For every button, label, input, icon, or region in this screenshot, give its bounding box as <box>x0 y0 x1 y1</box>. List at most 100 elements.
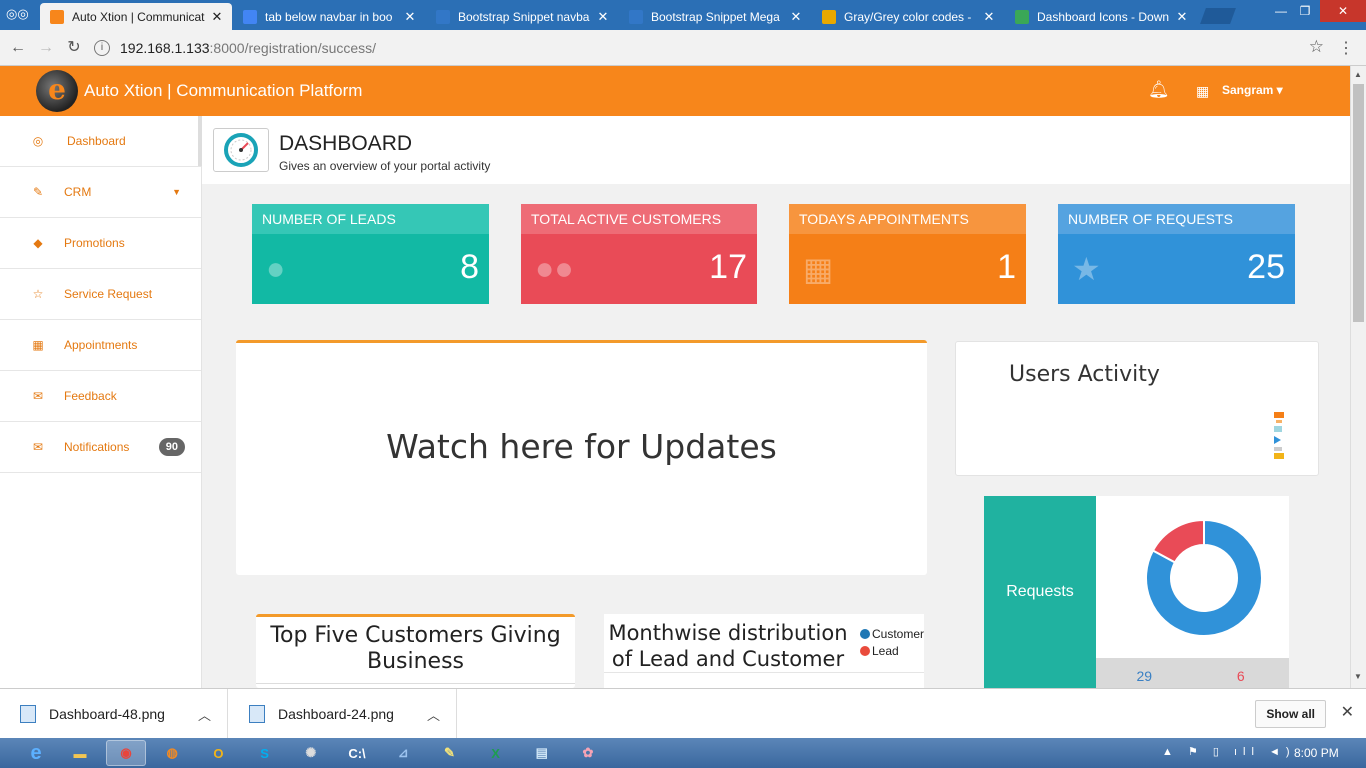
tab-title: tab below navbar in boo <box>265 9 393 24</box>
sidebar-item-notifications[interactable]: ✉ Notifications 90 <box>0 422 201 473</box>
info-icon[interactable]: i <box>94 40 110 56</box>
forward-icon[interactable]: → <box>36 38 56 58</box>
scrollbar-thumb[interactable] <box>1353 84 1364 322</box>
reload-icon[interactable]: ↻ <box>64 38 84 58</box>
sidebar-item-label: Notifications <box>64 440 130 454</box>
stat-card[interactable]: TOTAL ACTIVE CUSTOMERS ●● 17 <box>521 204 757 304</box>
users-activity-panel: Users Activity <box>955 341 1319 476</box>
stat-card-label: NUMBER OF LEADS <box>252 204 489 234</box>
bookmark-star-icon[interactable]: ☆ <box>1309 37 1324 57</box>
browser-tab[interactable]: Gray/Grey color codes - ✕ <box>812 3 1004 30</box>
sidebar-item-crm[interactable]: ✎ CRM ▼ <box>0 167 201 218</box>
requests-panel: Requests 29 6 <box>984 496 1289 688</box>
ie-icon[interactable]: e <box>16 740 56 766</box>
tool-icon[interactable]: ⊿ <box>383 740 423 766</box>
sidebar-item-service-request[interactable]: ☆ Service Request <box>0 269 201 320</box>
download-filename: Dashboard-48.png <box>49 706 165 722</box>
tab-close-icon[interactable]: ✕ <box>594 9 612 25</box>
skype-icon[interactable]: S <box>245 740 285 766</box>
tab-close-icon[interactable]: ✕ <box>980 9 998 25</box>
browser-tab[interactable]: tab below navbar in boo ✕ <box>233 3 425 30</box>
show-all-button[interactable]: Show all <box>1255 700 1326 728</box>
top-five-customers-panel: Top Five Customers Giving Business <box>256 614 575 688</box>
legend-item-lead[interactable]: Lead <box>860 643 924 660</box>
stat-card[interactable]: NUMBER OF LEADS ● 8 <box>252 204 489 304</box>
downloads-bar: Dashboard-48.png ︿ Dashboard-24.png ︿ Sh… <box>0 688 1366 739</box>
updates-text: Watch here for Updates <box>386 427 777 466</box>
stat-card[interactable]: NUMBER OF REQUESTS ★ 25 <box>1058 204 1295 304</box>
monthwise-legend: Customer Lead <box>860 626 924 660</box>
tab-favicon-icon <box>243 9 257 24</box>
stat-card[interactable]: TODAYS APPOINTMENTS ▦ 1 <box>789 204 1026 304</box>
scroll-up-arrow-icon[interactable]: ▲ <box>1354 70 1362 79</box>
browser-tab[interactable]: Bootstrap Snippet navba ✕ <box>426 3 618 30</box>
back-icon[interactable]: ← <box>8 38 28 58</box>
sidebar-item-appointments[interactable]: ▦ Appointments <box>0 320 201 371</box>
chevron-up-icon[interactable]: ︿ <box>427 705 440 724</box>
tab-favicon-icon <box>1015 9 1029 24</box>
legend-item-customer[interactable]: Customer <box>860 626 924 643</box>
sidebar-item-feedback[interactable]: ✉ Feedback <box>0 371 201 422</box>
page-title: DASHBOARD <box>279 132 413 155</box>
user-menu[interactable]: Sangram ▾ <box>1222 83 1283 97</box>
chevron-up-icon[interactable]: ︿ <box>198 705 211 724</box>
firefox-icon[interactable]: ◍ <box>152 740 192 766</box>
envelope-icon: ✉ <box>32 389 44 403</box>
top-five-title: Top Five Customers Giving Business <box>270 623 561 674</box>
caret-down-icon[interactable]: ▼ <box>172 187 181 197</box>
app-logo[interactable]: e <box>36 70 78 112</box>
tab-close-icon[interactable]: ✕ <box>787 9 805 25</box>
stat-card-body: ●● 17 <box>521 234 757 304</box>
app-title[interactable]: Auto Xtion | Communication Platform <box>84 81 362 101</box>
requests-donut-chart <box>1145 518 1263 637</box>
tab-close-icon[interactable]: ✕ <box>1173 9 1191 25</box>
browser-menu-icon[interactable]: ⋮ <box>1338 38 1354 58</box>
system-tray[interactable]: ▲ ⚑ ▯ ıll ◄) <box>1162 745 1296 758</box>
close-icon[interactable]: ✕ <box>1341 702 1354 722</box>
url-field[interactable]: i 192.168.1.133:8000/registration/succes… <box>94 35 1334 61</box>
maximize-button[interactable]: ❐ <box>1290 0 1320 22</box>
new-tab-button[interactable] <box>1200 8 1236 24</box>
sidebar-item-label: Feedback <box>64 389 117 403</box>
settings-icon[interactable]: ✺ <box>291 740 331 766</box>
tab-close-icon[interactable]: ✕ <box>401 9 419 25</box>
chrome-icon[interactable]: ◉ <box>106 740 146 766</box>
outlook-icon[interactable]: O <box>198 740 238 766</box>
browser-tab[interactable]: Bootstrap Snippet Mega ✕ <box>619 3 811 30</box>
excel-icon[interactable]: X <box>476 740 516 766</box>
notes-icon[interactable]: ▤ <box>522 740 562 766</box>
notification-count-badge: 90 <box>158 438 185 456</box>
bell-icon[interactable]: 🔔︎ <box>1148 80 1170 100</box>
window-close-button[interactable]: ✕ <box>1320 0 1366 22</box>
download-item[interactable]: Dashboard-24.png ︿ <box>229 689 457 739</box>
requests-stat-open: 29 <box>1136 668 1153 684</box>
activity-mini-chart <box>1274 412 1284 459</box>
stat-card-value: 25 <box>1247 248 1285 286</box>
explorer-icon[interactable]: ▬ <box>60 740 100 766</box>
cmd-icon[interactable]: C:\ <box>337 740 377 766</box>
sidebar-item-dashboard[interactable]: ◎ Dashboard <box>0 116 201 167</box>
calendar-icon: ▦ <box>32 338 44 352</box>
stat-card-value: 8 <box>460 248 479 286</box>
edit-icon: ✎ <box>32 185 44 199</box>
browser-tab[interactable]: Auto Xtion | Communicat ✕ <box>40 3 232 30</box>
requests-label[interactable]: Requests <box>984 496 1096 688</box>
page-header: DASHBOARD Gives an overview of your port… <box>202 116 1350 184</box>
stat-card-value: 1 <box>997 248 1016 286</box>
sidebar-item-promotions[interactable]: ◆ Promotions <box>0 218 201 269</box>
users-icon: ●● <box>535 250 574 286</box>
paint-icon[interactable]: ✿ <box>568 740 608 766</box>
tab-close-icon[interactable]: ✕ <box>208 9 226 25</box>
browser-tab[interactable]: Dashboard Icons - Down ✕ <box>1005 3 1197 30</box>
notepad-icon[interactable]: ✎ <box>429 740 469 766</box>
address-bar-row: ← → ↻ i 192.168.1.133:8000/registration/… <box>0 30 1366 66</box>
apps-grid-icon[interactable]: ▦ <box>1196 83 1209 100</box>
image-file-icon <box>20 705 36 723</box>
tab-title: Bootstrap Snippet Mega <box>651 9 780 24</box>
tab-favicon-icon <box>50 9 64 24</box>
sidebar-item-label: Dashboard <box>67 134 126 148</box>
page-scrollbar[interactable]: ▲ ▼ <box>1350 66 1366 688</box>
tab-title: Auto Xtion | Communicat <box>72 9 205 24</box>
download-item[interactable]: Dashboard-48.png ︿ <box>0 689 228 739</box>
scroll-down-arrow-icon[interactable]: ▼ <box>1354 672 1362 681</box>
